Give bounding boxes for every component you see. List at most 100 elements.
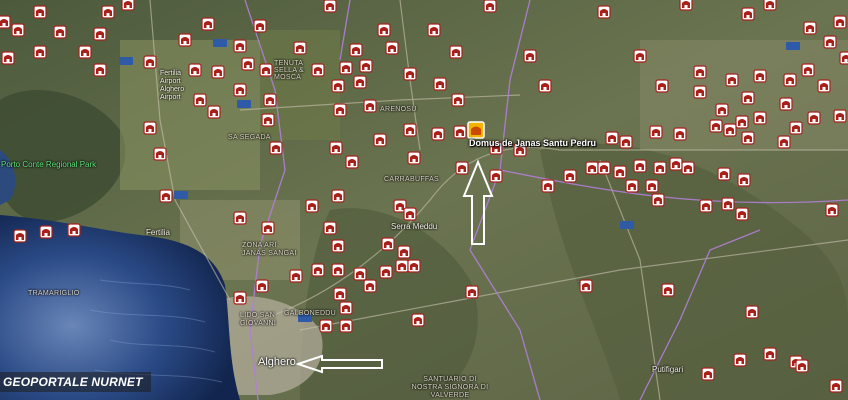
archaeological-site-icon[interactable] [829,379,843,393]
archaeological-site-icon[interactable] [453,125,467,139]
archaeological-site-icon[interactable] [777,135,791,149]
archaeological-site-icon[interactable] [373,133,387,147]
archaeological-site-icon[interactable] [363,99,377,113]
archaeological-site-icon[interactable] [733,353,747,367]
archaeological-site-icon[interactable] [669,157,683,171]
archaeological-site-icon[interactable] [39,225,53,239]
archaeological-site-icon[interactable] [701,367,715,381]
archaeological-site-icon[interactable] [763,0,777,11]
archaeological-site-icon[interactable] [431,127,445,141]
archaeological-site-icon[interactable] [121,0,135,11]
archaeological-site-icon[interactable] [605,131,619,145]
archaeological-site-icon[interactable] [403,123,417,137]
archaeological-site-icon[interactable] [93,27,107,41]
archaeological-site-icon[interactable] [655,79,669,93]
archaeological-site-icon[interactable] [381,237,395,251]
archaeological-site-icon[interactable] [233,39,247,53]
archaeological-site-icon[interactable] [353,75,367,89]
archaeological-site-icon[interactable] [538,79,552,93]
archaeological-site-icon[interactable] [779,97,793,111]
archaeological-site-icon[interactable] [523,49,537,63]
archaeological-site-icon[interactable] [649,125,663,139]
archaeological-site-icon[interactable] [753,69,767,83]
archaeological-site-icon[interactable] [803,21,817,35]
archaeological-site-icon[interactable] [597,5,611,19]
archaeological-site-icon[interactable] [427,23,441,37]
archaeological-site-icon[interactable] [353,267,367,281]
archaeological-site-icon[interactable] [735,207,749,221]
archaeological-site-icon[interactable] [13,229,27,243]
archaeological-site-icon[interactable] [0,15,11,29]
archaeological-site-icon[interactable] [269,141,283,155]
archaeological-site-icon[interactable] [311,63,325,77]
archaeological-site-icon[interactable] [407,259,421,273]
archaeological-site-icon[interactable] [825,203,839,217]
archaeological-site-icon[interactable] [349,43,363,57]
archaeological-site-icon[interactable] [233,83,247,97]
archaeological-site-icon[interactable] [259,63,273,77]
archaeological-site-icon[interactable] [339,301,353,315]
archaeological-site-icon[interactable] [613,165,627,179]
archaeological-site-icon[interactable] [339,61,353,75]
archaeological-site-icon[interactable] [377,23,391,37]
archaeological-site-icon[interactable] [715,103,729,117]
archaeological-site-icon[interactable] [579,279,593,293]
archaeological-site-icon[interactable] [403,67,417,81]
archaeological-site-icon[interactable] [395,259,409,273]
archaeological-site-icon[interactable] [333,287,347,301]
archaeological-site-icon[interactable] [699,199,713,213]
archaeological-site-icon[interactable] [153,147,167,161]
archaeological-site-icon[interactable] [709,119,723,133]
archaeological-site-icon[interactable] [645,179,659,193]
archaeological-site-icon[interactable] [651,193,665,207]
archaeological-site-icon[interactable] [693,65,707,79]
archaeological-site-icon[interactable] [585,161,599,175]
archaeological-site-icon[interactable] [178,33,192,47]
archaeological-site-icon[interactable] [433,77,447,91]
archaeological-site-icon[interactable] [833,109,847,123]
archaeological-site-icon[interactable] [653,161,667,175]
archaeological-site-icon[interactable] [801,63,815,77]
archaeological-site-icon[interactable] [67,223,81,237]
archaeological-site-icon[interactable] [331,239,345,253]
archaeological-site-icon[interactable] [619,135,633,149]
archaeological-site-icon[interactable] [753,111,767,125]
archaeological-site-icon[interactable] [717,167,731,181]
archaeological-site-icon[interactable] [679,0,693,11]
archaeological-site-icon[interactable] [333,103,347,117]
archaeological-site-icon[interactable] [329,141,343,155]
archaeological-site-icon[interactable] [293,41,307,55]
archaeological-site-icon[interactable] [449,45,463,59]
archaeological-site-icon[interactable] [741,91,755,105]
archaeological-site-icon[interactable] [261,221,275,235]
archaeological-site-icon[interactable] [735,115,749,129]
archaeological-site-icon[interactable] [661,283,675,297]
archaeological-site-icon[interactable] [763,347,777,361]
archaeological-site-icon[interactable] [455,161,469,175]
archaeological-site-icon[interactable] [693,85,707,99]
archaeological-site-icon[interactable] [143,121,157,135]
archaeological-site-icon[interactable] [541,179,555,193]
archaeological-site-icon[interactable] [483,0,497,13]
archaeological-site-icon[interactable] [411,313,425,327]
archaeological-site-icon[interactable] [323,221,337,235]
archaeological-site-icon[interactable] [681,161,695,175]
archaeological-site-icon[interactable] [253,19,267,33]
archaeological-site-icon[interactable] [737,173,751,187]
archaeological-site-icon[interactable] [407,151,421,165]
archaeological-site-icon[interactable] [93,63,107,77]
archaeological-site-icon[interactable] [263,93,277,107]
archaeological-site-icon[interactable] [723,123,737,137]
archaeological-site-icon[interactable] [331,79,345,93]
archaeological-site-icon[interactable] [625,179,639,193]
archaeological-site-icon[interactable] [403,207,417,221]
archaeological-site-icon[interactable] [721,197,735,211]
archaeological-site-icon[interactable] [241,57,255,71]
archaeological-site-icon[interactable] [345,155,359,169]
archaeological-site-icon[interactable] [331,263,345,277]
archaeological-site-icon[interactable] [359,59,373,73]
archaeological-site-icon[interactable] [211,65,225,79]
archaeological-site-icon[interactable] [1,51,15,65]
archaeological-site-icon[interactable] [289,269,303,283]
archaeological-site-icon[interactable] [53,25,67,39]
